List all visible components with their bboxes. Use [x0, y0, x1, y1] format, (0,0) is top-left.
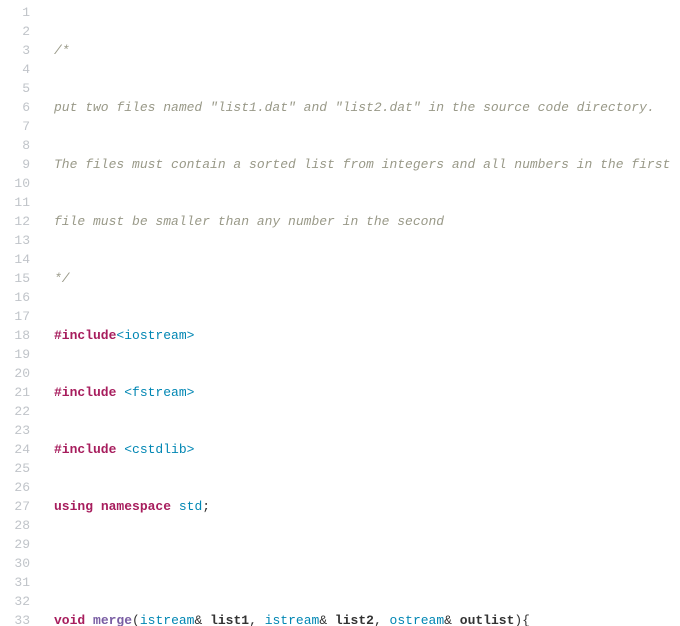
code-area[interactable]: /* put two files named "list1.dat" and "… [40, 0, 680, 626]
code-line: */ [54, 269, 680, 288]
code-line: using namespace std; [54, 497, 680, 516]
code-line: void merge(istream& list1, istream& list… [54, 611, 680, 626]
code-line: The files must contain a sorted list fro… [54, 155, 680, 174]
code-line: #include <fstream> [54, 383, 680, 402]
code-line [54, 554, 680, 573]
code-line: put two files named "list1.dat" and "lis… [54, 98, 680, 117]
code-line: #include <cstdlib> [54, 440, 680, 459]
code-line: /* [54, 41, 680, 60]
code-editor: 12345678910 11121314151617181920 2122232… [0, 0, 680, 626]
code-line: file must be smaller than any number in … [54, 212, 680, 231]
code-line: #include<iostream> [54, 326, 680, 345]
line-number-gutter: 12345678910 11121314151617181920 2122232… [0, 0, 40, 626]
